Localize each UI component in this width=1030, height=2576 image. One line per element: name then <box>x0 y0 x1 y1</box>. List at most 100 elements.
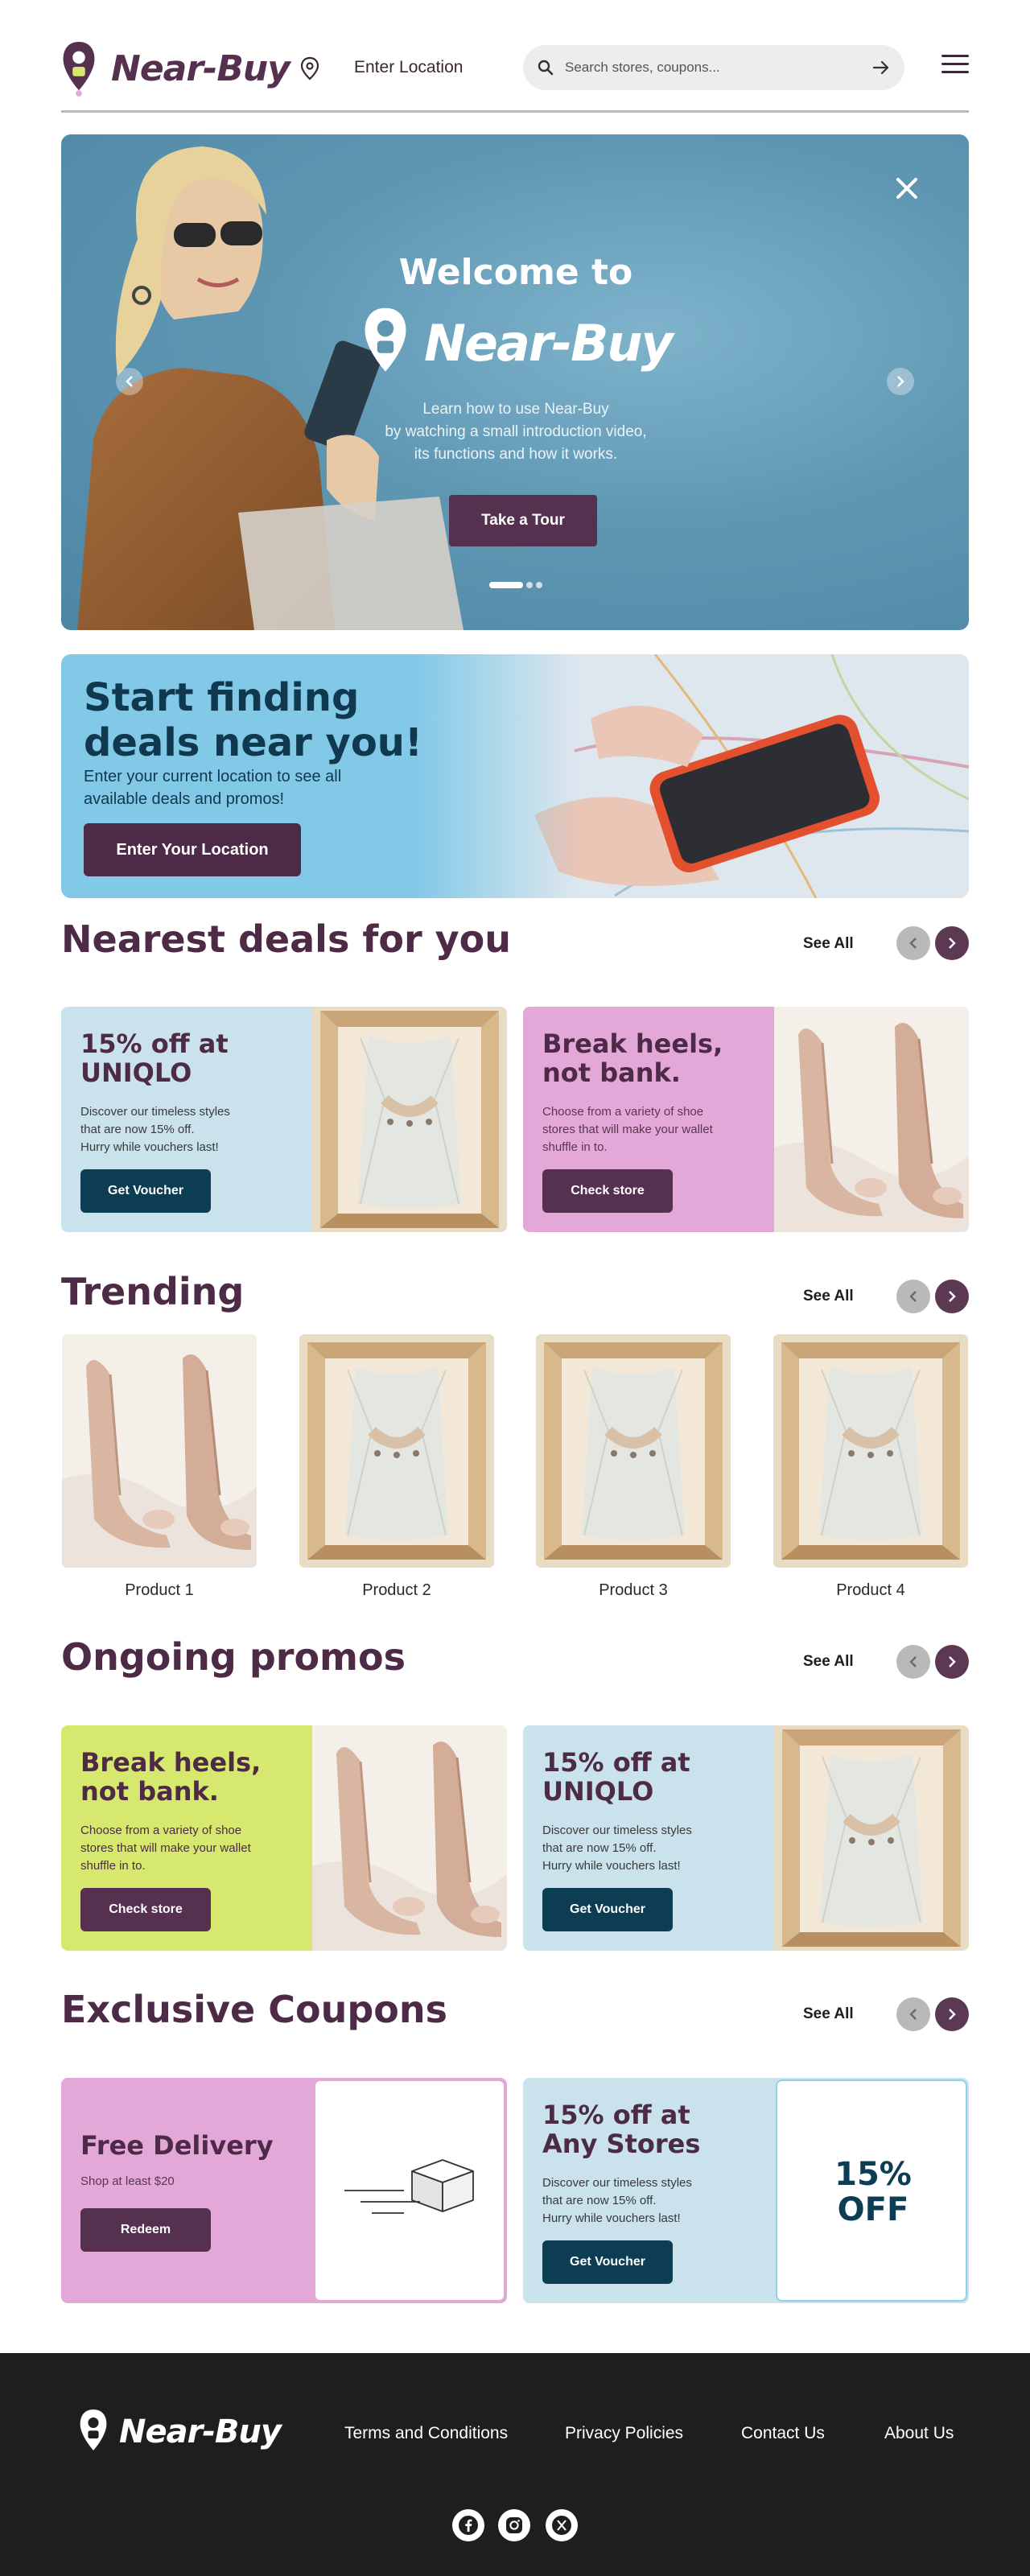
carousel-dot[interactable] <box>536 582 542 588</box>
promo-card[interactable]: 15% off at UNIQLO Discover our timeless … <box>523 1725 969 1951</box>
hero-description-line: by watching a small introduction video, <box>385 423 647 440</box>
footer-brand-logo[interactable]: Near-Buy <box>79 2408 282 2456</box>
carousel-dot[interactable] <box>489 582 523 588</box>
chevron-right-icon <box>949 1656 956 1667</box>
section-prev-button[interactable] <box>896 926 930 960</box>
discount-label: OFF <box>837 2191 909 2228</box>
chevron-left-icon <box>909 1656 917 1667</box>
section-next-button[interactable] <box>935 1280 969 1313</box>
see-all-link[interactable]: See All <box>803 2005 854 2023</box>
coupon-description: Shop at least $20 <box>80 2173 298 2191</box>
arrow-right-icon[interactable] <box>872 60 890 76</box>
deal-title-line: UNIQLO <box>80 1057 192 1088</box>
section-next-button[interactable] <box>935 926 969 960</box>
carousel-prev-button[interactable] <box>116 368 143 395</box>
carousel-dot[interactable] <box>526 582 533 588</box>
product-card[interactable]: Product 3 <box>535 1334 731 1600</box>
ongoing-promos-heading: Ongoing promos <box>61 1635 406 1679</box>
coupon-description-line: Discover our timeless styles <box>542 2176 692 2190</box>
coupon-description-line: Shop at least $20 <box>80 2174 175 2188</box>
section-prev-button[interactable] <box>896 1997 930 2031</box>
exclusive-coupons-heading: Exclusive Coupons <box>61 1988 447 2031</box>
location-pin-logo-icon <box>365 307 406 372</box>
close-icon[interactable] <box>895 176 919 200</box>
promo-description-line: shuffle in to. <box>80 1859 146 1873</box>
promo-description: Discover our timeless styles that are no… <box>542 1822 760 1875</box>
promo-card[interactable]: Break heels, not bank. Choose from a var… <box>61 1725 507 1951</box>
promo-title-line: UNIQLO <box>542 1776 654 1807</box>
chevron-right-icon <box>897 376 904 387</box>
chevron-left-icon <box>909 938 917 949</box>
see-all-link[interactable]: See All <box>803 935 854 953</box>
product-name: Product 4 <box>836 1581 905 1599</box>
deal-description-line: Discover our timeless styles <box>80 1105 230 1119</box>
chevron-left-icon <box>909 2009 917 2020</box>
deal-description-line: that are now 15% off. <box>80 1123 195 1136</box>
footer-link-contact[interactable]: Contact Us <box>741 2424 825 2443</box>
footer-link-privacy[interactable]: Privacy Policies <box>565 2424 683 2443</box>
coupon-description: Discover our timeless styles that are no… <box>542 2174 760 2228</box>
location-pin-logo-icon <box>80 2409 107 2450</box>
take-a-tour-button[interactable]: Take a Tour <box>449 495 597 546</box>
promo-description-line: Choose from a variety of shoe <box>80 1824 242 1837</box>
product-card[interactable]: Product 2 <box>299 1334 495 1600</box>
check-store-button[interactable]: Check store <box>542 1169 673 1213</box>
deal-description-line: stores that will make your wallet <box>542 1123 713 1136</box>
heels-image <box>60 1333 258 1569</box>
instagram-icon[interactable] <box>498 2509 530 2541</box>
banner-title-line: Start finding <box>84 675 360 720</box>
product-card[interactable]: Product 1 <box>60 1333 258 1600</box>
carousel-next-button[interactable] <box>887 368 914 395</box>
section-next-button[interactable] <box>935 1997 969 2031</box>
banner-description-line: available deals and promos! <box>84 790 285 808</box>
deal-title: Break heels, not bank. <box>542 1029 768 1087</box>
promo-title-line: 15% off at <box>542 1747 690 1778</box>
search-bar[interactable] <box>523 45 904 90</box>
promo-description: Choose from a variety of shoe stores tha… <box>80 1822 298 1875</box>
get-voucher-button[interactable]: Get Voucher <box>542 1888 673 1931</box>
redeem-button[interactable]: Redeem <box>80 2208 211 2252</box>
carousel-indicator <box>489 582 542 588</box>
promo-description-line: Hurry while vouchers last! <box>542 1859 681 1873</box>
promo-title: 15% off at UNIQLO <box>542 1748 768 1806</box>
facebook-icon[interactable] <box>452 2509 484 2541</box>
get-voucher-button[interactable]: Get Voucher <box>80 1169 211 1213</box>
chevron-right-icon <box>949 938 956 949</box>
coupon-card[interactable]: Free Delivery Shop at least $20 Redeem <box>61 2078 507 2303</box>
deal-card[interactable]: 15% off at UNIQLO Discover our timeless … <box>61 1007 507 1232</box>
hamburger-menu-icon[interactable] <box>941 55 969 76</box>
promo-description-line: that are now 15% off. <box>542 1841 657 1855</box>
footer-link-about[interactable]: About Us <box>884 2424 954 2443</box>
section-prev-button[interactable] <box>896 1645 930 1679</box>
search-input[interactable] <box>565 45 855 90</box>
footer-link-terms[interactable]: Terms and Conditions <box>344 2424 508 2443</box>
map-pin-icon[interactable] <box>299 56 320 80</box>
delivery-box-icon <box>344 2159 474 2214</box>
brand-logo[interactable]: Near-Buy <box>61 40 290 97</box>
get-voucher-button[interactable]: Get Voucher <box>542 2240 673 2284</box>
product-card[interactable]: Product 4 <box>772 1334 969 1600</box>
search-icon <box>538 60 554 76</box>
promo-title: Break heels, not bank. <box>80 1748 306 1806</box>
see-all-link[interactable]: See All <box>803 1653 854 1671</box>
deal-card[interactable]: Break heels, not bank. Choose from a var… <box>523 1007 969 1232</box>
enter-your-location-button[interactable]: Enter Your Location <box>84 823 301 876</box>
coupon-card[interactable]: 15% off at Any Stores Discover our timel… <box>523 2078 969 2303</box>
deal-description-line: Choose from a variety of shoe <box>542 1105 704 1119</box>
hero-description: Learn how to use Near-Buy by watching a … <box>335 398 697 466</box>
hero-carousel: Welcome to Near-Buy Learn how to use Nea… <box>61 134 969 630</box>
section-prev-button[interactable] <box>896 1280 930 1313</box>
header: Near-Buy Enter Location <box>61 35 969 113</box>
section-next-button[interactable] <box>935 1645 969 1679</box>
shirt-box-image <box>299 1334 495 1568</box>
see-all-link[interactable]: See All <box>803 1288 854 1305</box>
phone-map-image <box>414 654 969 898</box>
banner-title: Start finding deals near you! <box>84 675 462 765</box>
footer-brand-name: Near-Buy <box>119 2413 282 2450</box>
product-name: Product 3 <box>599 1581 668 1599</box>
x-icon[interactable] <box>546 2509 578 2541</box>
check-store-button[interactable]: Check store <box>80 1888 211 1931</box>
trending-heading: Trending <box>61 1270 245 1313</box>
coupon-title-line: Any Stores <box>542 2129 701 2159</box>
enter-location-link[interactable]: Enter Location <box>354 58 463 77</box>
